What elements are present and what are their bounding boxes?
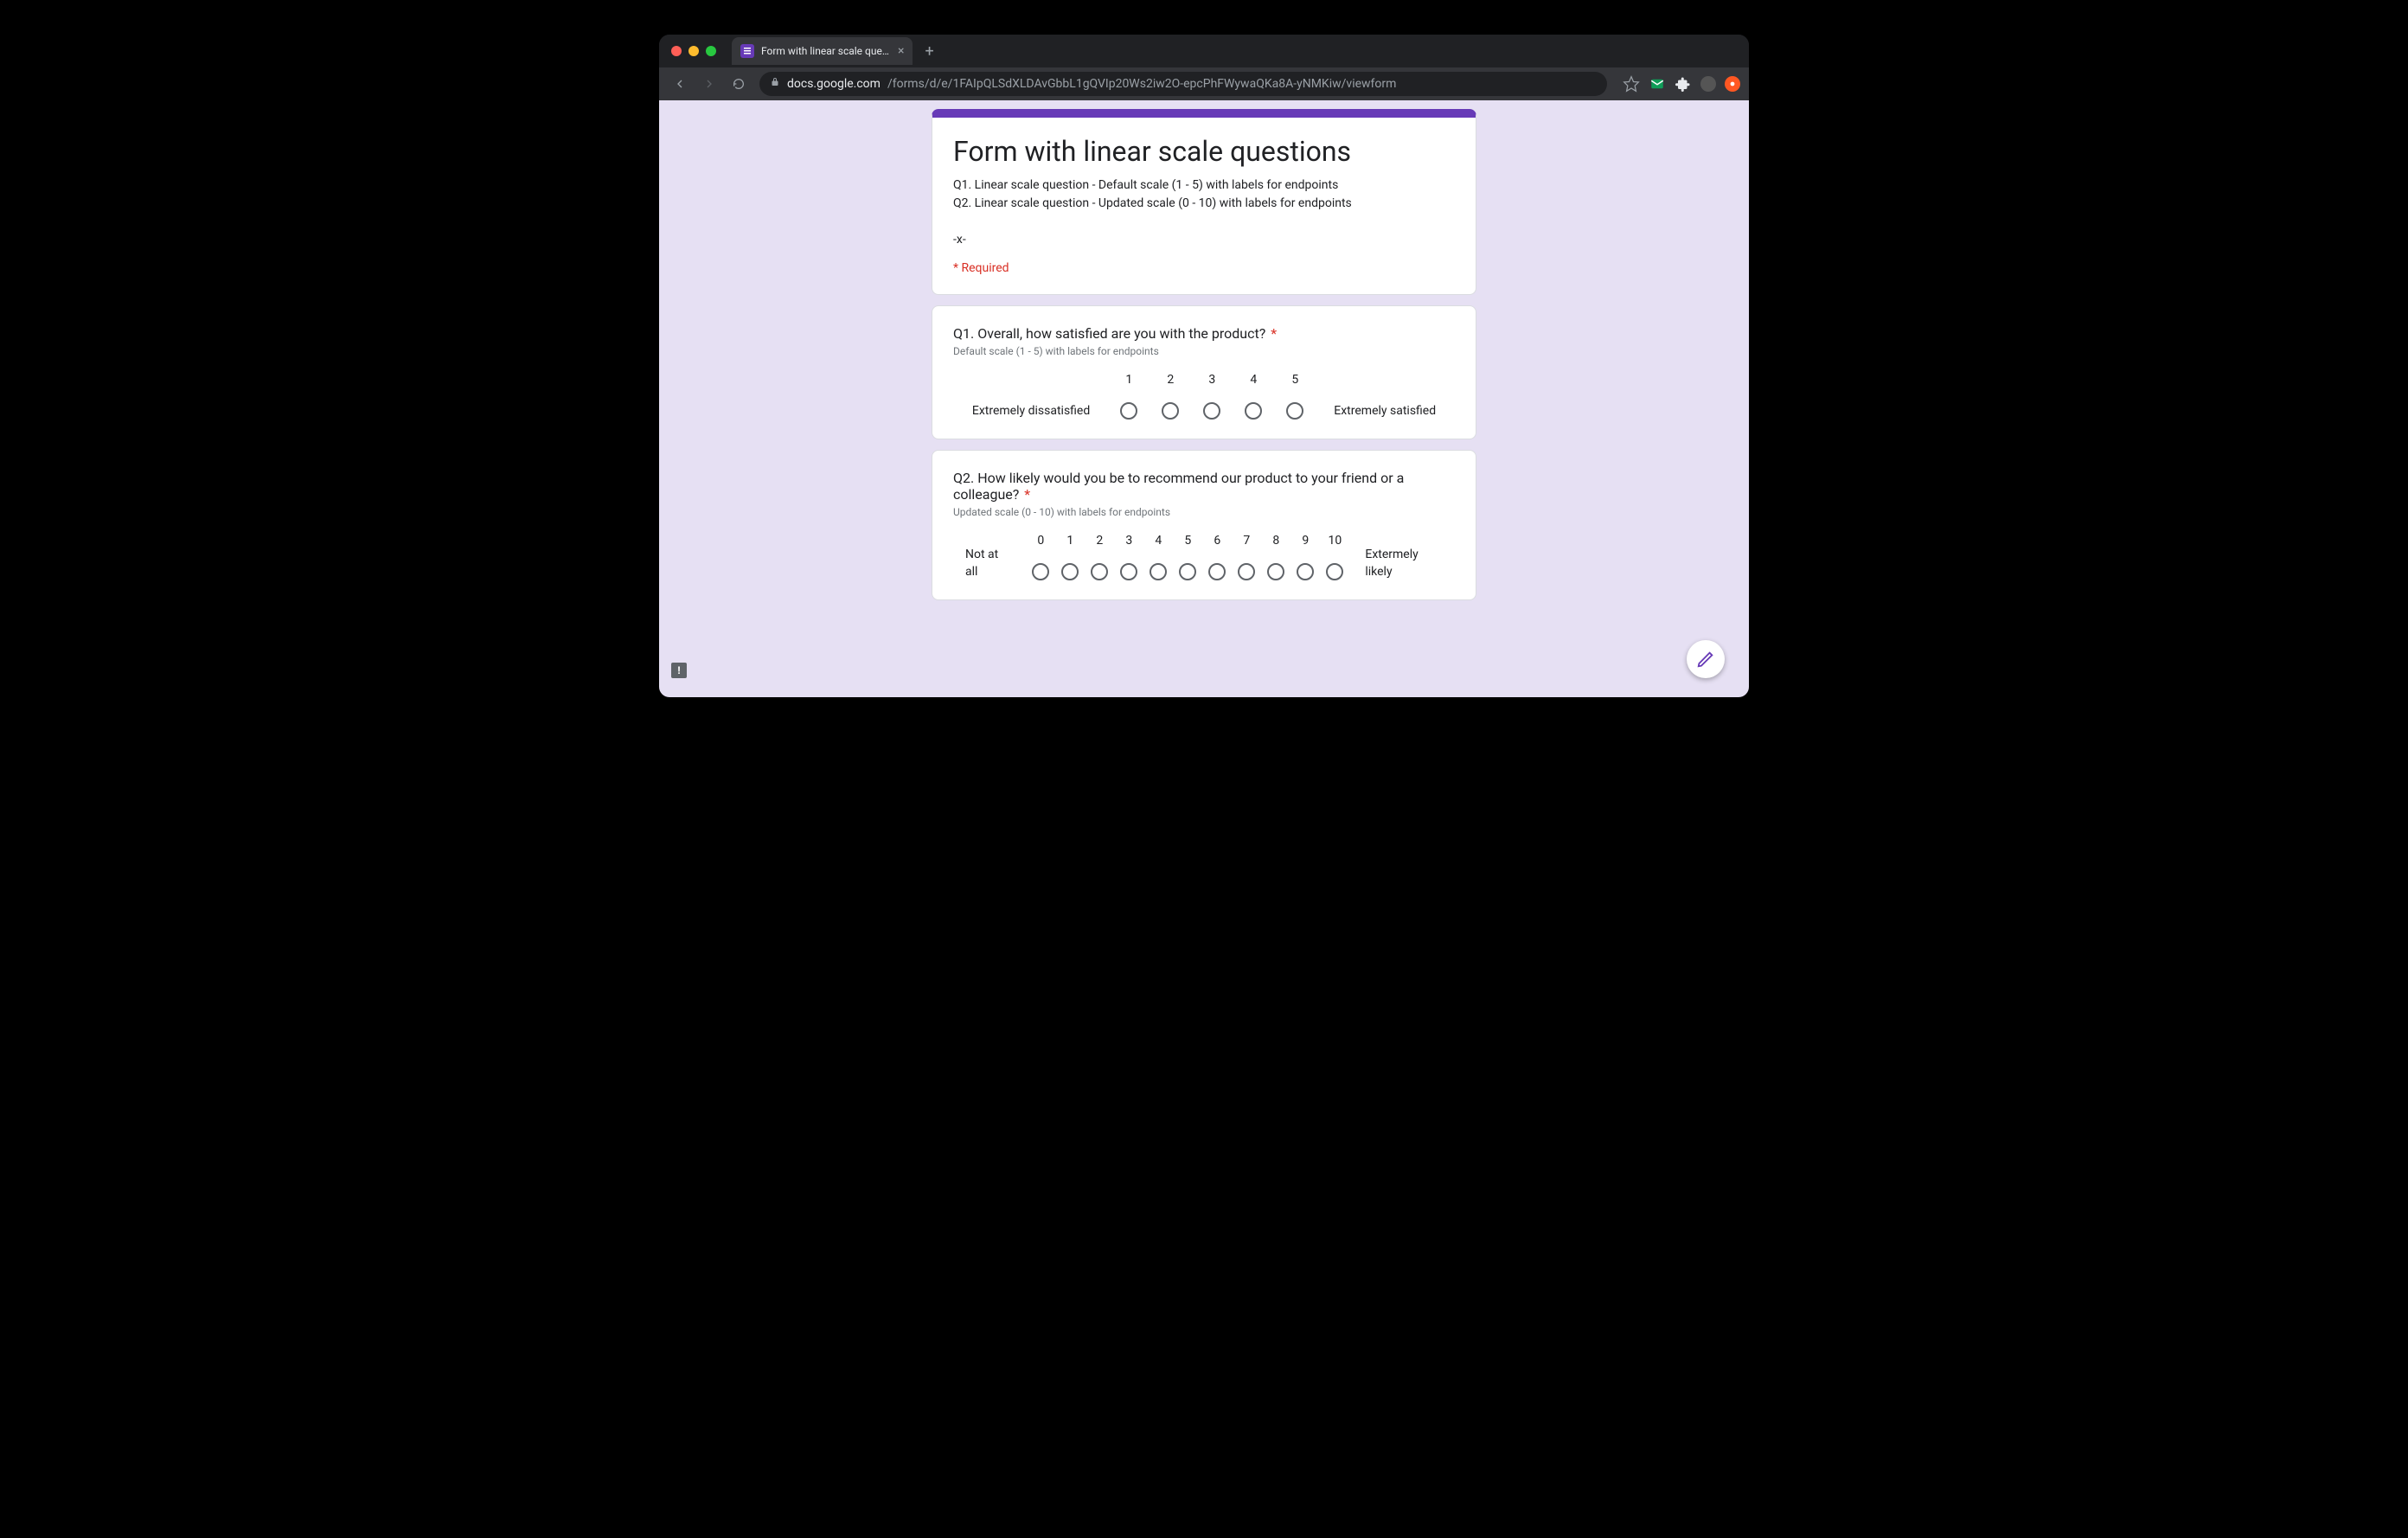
question-title-text: Q2. How likely would you be to recommend… <box>953 470 1404 503</box>
browser-window: Form with linear scale question × + docs… <box>659 35 1749 697</box>
scale-high-label: Extremely satisfied <box>1322 402 1448 420</box>
scale-number: 7 <box>1243 534 1250 548</box>
scale-option: 2 <box>1088 534 1111 580</box>
scale-option: 4 <box>1147 534 1169 580</box>
scale-low-label: Not at all <box>953 546 1022 580</box>
scale-number: 3 <box>1208 373 1215 387</box>
scale-radio[interactable] <box>1061 563 1079 580</box>
window-minimize-button[interactable] <box>688 46 699 56</box>
scale-option: 6 <box>1206 534 1228 580</box>
scale-radio[interactable] <box>1150 563 1167 580</box>
form-title: Form with linear scale questions <box>953 135 1455 168</box>
back-button[interactable] <box>668 72 692 96</box>
scale-radio[interactable] <box>1162 402 1179 420</box>
scale-radio[interactable] <box>1208 563 1226 580</box>
question-title: Q2. How likely would you be to recommend… <box>953 470 1455 503</box>
scale-radio[interactable] <box>1267 563 1284 580</box>
scale-radio[interactable] <box>1179 563 1196 580</box>
scale-option: 3 <box>1197 373 1226 420</box>
url-host: docs.google.com <box>787 77 881 91</box>
scale-option: 5 <box>1176 534 1199 580</box>
scale-number: 8 <box>1272 534 1279 548</box>
scale-radio[interactable] <box>1245 402 1262 420</box>
question-card-q1: Q1. Overall, how satisfied are you with … <box>932 305 1476 439</box>
scale-number: 3 <box>1125 534 1132 548</box>
question-title: Q1. Overall, how satisfied are you with … <box>953 325 1455 342</box>
scale-radio[interactable] <box>1120 563 1137 580</box>
form-header-card: Form with linear scale questions Q1. Lin… <box>932 109 1476 295</box>
scale-option: 2 <box>1156 373 1185 420</box>
scale-number: 4 <box>1155 534 1162 548</box>
toolbar-right <box>1623 75 1740 93</box>
question-description: Updated scale (0 - 10) with labels for e… <box>953 506 1455 518</box>
required-note: * Required <box>953 261 1455 275</box>
window-close-button[interactable] <box>671 46 682 56</box>
scale-radio[interactable] <box>1238 563 1255 580</box>
scale-option: 3 <box>1118 534 1140 580</box>
scale-radio[interactable] <box>1032 563 1049 580</box>
linear-scale-q2: Not at all 0 1 2 3 4 5 6 7 8 9 10 Exterm… <box>953 534 1455 580</box>
profile-avatar-icon[interactable] <box>1700 76 1716 92</box>
pencil-icon <box>1696 650 1715 669</box>
scale-low-label: Extremely dissatisfied <box>960 402 1102 420</box>
scale-radio[interactable] <box>1203 402 1220 420</box>
scale-number: 5 <box>1291 373 1298 387</box>
scale-radio[interactable] <box>1091 563 1108 580</box>
forward-button[interactable] <box>697 72 721 96</box>
tab-close-icon[interactable]: × <box>898 45 904 57</box>
scale-option: 8 <box>1265 534 1287 580</box>
linear-scale-q1: Extremely dissatisfied 1 2 3 4 <box>953 373 1455 420</box>
scale-option: 9 <box>1294 534 1316 580</box>
question-title-text: Q1. Overall, how satisfied are you with … <box>953 325 1265 342</box>
scale-option: 7 <box>1235 534 1258 580</box>
question-card-q2: Q2. How likely would you be to recommend… <box>932 450 1476 600</box>
toolbar: docs.google.com/forms/d/e/1FAIpQLSdXLDAv… <box>659 67 1749 100</box>
browser-tab[interactable]: Form with linear scale question × <box>732 37 913 65</box>
window-controls <box>671 46 716 56</box>
scale-number: 4 <box>1250 373 1257 387</box>
scale-number: 2 <box>1167 373 1174 387</box>
scale-option: 4 <box>1239 373 1268 420</box>
required-asterisk: * <box>1271 325 1277 342</box>
extension-badge-icon[interactable] <box>1725 76 1740 92</box>
required-asterisk: * <box>1024 486 1030 503</box>
scale-number: 5 <box>1184 534 1191 548</box>
scale-radio[interactable] <box>1120 402 1137 420</box>
tab-title: Form with linear scale question <box>761 45 891 57</box>
url-path: /forms/d/e/1FAIpQLSdXLDAvGbbL1gQVIp20Ws2… <box>887 77 1396 91</box>
address-bar[interactable]: docs.google.com/forms/d/e/1FAIpQLSdXLDAv… <box>759 72 1607 96</box>
reload-button[interactable] <box>727 72 751 96</box>
form-container: Form with linear scale questions Q1. Lin… <box>932 109 1476 600</box>
scale-number: 10 <box>1328 534 1342 548</box>
scale-number: 9 <box>1302 534 1309 548</box>
scale-number: 1 <box>1066 534 1073 548</box>
scale-option: 1 <box>1059 534 1081 580</box>
scale-radio[interactable] <box>1326 563 1343 580</box>
scale-radio[interactable] <box>1286 402 1303 420</box>
scale-option: 5 <box>1280 373 1310 420</box>
scale-option: 0 <box>1029 534 1052 580</box>
scale-number: 1 <box>1125 373 1132 387</box>
scale-high-label: Extermely likely <box>1353 546 1455 580</box>
forms-favicon-icon <box>740 44 754 58</box>
lock-icon <box>770 77 780 91</box>
exclamation-icon: ! <box>677 665 680 676</box>
scale-number: 0 <box>1037 534 1044 548</box>
edit-form-fab[interactable] <box>1687 640 1725 678</box>
scale-option: 10 <box>1323 534 1346 580</box>
page-viewport: Form with linear scale questions Q1. Lin… <box>659 100 1749 697</box>
bookmark-star-icon[interactable] <box>1623 75 1640 93</box>
scale-radio[interactable] <box>1297 563 1314 580</box>
report-problem-button[interactable]: ! <box>671 663 687 678</box>
new-tab-button[interactable]: + <box>925 42 933 61</box>
titlebar: Form with linear scale question × + <box>659 35 1749 67</box>
question-description: Default scale (1 - 5) with labels for en… <box>953 345 1455 357</box>
extensions-puzzle-icon[interactable] <box>1675 75 1692 93</box>
mail-extension-icon[interactable] <box>1649 75 1666 93</box>
scale-number: 6 <box>1214 534 1220 548</box>
window-zoom-button[interactable] <box>706 46 716 56</box>
scale-option: 1 <box>1114 373 1143 420</box>
scale-number: 2 <box>1096 534 1103 548</box>
form-description: Q1. Linear scale question - Default scal… <box>953 176 1455 249</box>
